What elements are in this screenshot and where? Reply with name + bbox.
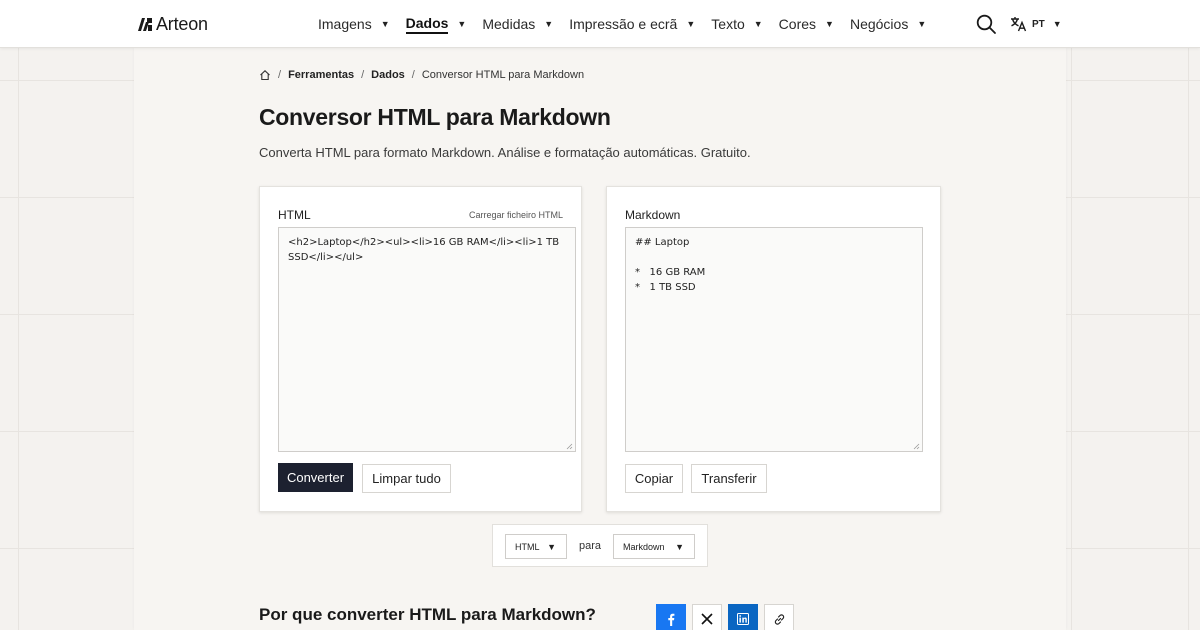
share-x-button[interactable] (692, 604, 722, 630)
main-nav: Imagens ▼ Dados ▼ Medidas ▼ Impressão e … (318, 0, 942, 48)
nav-item-dados[interactable]: Dados ▼ (405, 0, 467, 48)
nav-item-medidas[interactable]: Medidas ▼ (482, 0, 553, 48)
caret-down-icon: ▼ (544, 19, 554, 29)
breadcrumb-item-dados[interactable]: Dados (371, 69, 405, 81)
caret-down-icon: ▼ (380, 19, 390, 29)
nav-item-label: Imagens (318, 16, 372, 32)
from-format-value: HTML (515, 541, 540, 552)
breadcrumb-separator: / (361, 69, 365, 81)
caret-down-icon: ▼ (1052, 19, 1062, 29)
language-label: PT (1032, 18, 1045, 30)
nav-item-imagens[interactable]: Imagens ▼ (318, 0, 390, 48)
download-button[interactable]: Transferir (691, 464, 767, 493)
copy-button[interactable]: Copiar (625, 464, 683, 493)
caret-down-icon: ▼ (547, 541, 556, 552)
html-input-card: HTML Carregar ficheiro HTML <h2>Laptop</… (259, 186, 582, 512)
to-format-select[interactable]: Markdown ▼ (613, 534, 695, 559)
translate-icon (1011, 17, 1027, 32)
caret-down-icon: ▼ (825, 19, 834, 29)
resize-handle-icon[interactable] (913, 443, 920, 450)
caret-down-icon: ▼ (675, 541, 684, 552)
nav-item-negocios[interactable]: Negócios ▼ (850, 0, 926, 48)
nav-item-label: Cores (778, 16, 817, 32)
markdown-output-label: Markdown (625, 208, 681, 222)
home-icon[interactable] (259, 69, 271, 81)
nav-item-label: Negócios (849, 16, 909, 32)
format-selector-bar: HTML ▼ para Markdown ▼ (492, 524, 708, 567)
markdown-output-textarea[interactable]: ## Laptop * 16 GB RAM * 1 TB SSD (625, 227, 923, 452)
caret-down-icon: ▼ (686, 19, 696, 29)
link-icon (774, 613, 784, 625)
convert-button[interactable]: Converter (278, 463, 353, 492)
breadcrumb: / Ferramentas / Dados / Conversor HTML p… (259, 69, 584, 81)
to-format-value: Markdown (623, 541, 665, 552)
resize-handle-icon[interactable] (566, 443, 573, 450)
share-linkedin-button[interactable] (728, 604, 758, 630)
html-input-label: HTML (278, 208, 311, 222)
markdown-output-card: Markdown ## Laptop * 16 GB RAM * 1 TB SS… (606, 186, 941, 512)
upload-html-file-link[interactable]: Carregar ficheiro HTML (469, 210, 563, 220)
brand-logo[interactable]: Arteon (137, 13, 208, 35)
nav-item-texto[interactable]: Texto ▼ (711, 0, 762, 48)
search-icon[interactable] (975, 13, 997, 35)
caret-down-icon: ▼ (457, 19, 467, 29)
page-subtitle: Converta HTML para formato Markdown. Aná… (259, 145, 751, 160)
x-icon (701, 613, 713, 625)
caret-down-icon: ▼ (917, 19, 927, 29)
nav-item-label: Dados (405, 15, 449, 34)
from-format-select[interactable]: HTML ▼ (505, 534, 567, 559)
arteon-logo-icon (138, 18, 152, 31)
nav-item-impressao-e-ecra[interactable]: Impressão e ecrã ▼ (569, 0, 695, 48)
breadcrumb-separator: / (411, 69, 415, 81)
main-content: / Ferramentas / Dados / Conversor HTML p… (134, 48, 1066, 630)
nav-item-label: Medidas (482, 16, 536, 32)
breadcrumb-separator: / (278, 69, 282, 81)
share-facebook-button[interactable] (656, 604, 686, 630)
brand-name: Arteon (156, 13, 208, 34)
language-selector[interactable]: PT ▼ (1010, 14, 1062, 34)
copy-link-button[interactable] (764, 604, 794, 630)
nav-item-label: Impressão e ecrã (569, 16, 678, 32)
breadcrumb-current: Conversor HTML para Markdown (421, 69, 585, 81)
caret-down-icon: ▼ (753, 19, 763, 29)
section-heading: Por que converter HTML para Markdown? (259, 605, 596, 624)
nav-item-label: Texto (711, 16, 745, 32)
breadcrumb-item-ferramentas[interactable]: Ferramentas (288, 69, 354, 81)
top-navigation: Arteon Imagens ▼ Dados ▼ Medidas ▼ Impre… (0, 0, 1200, 48)
html-input-textarea[interactable]: <h2>Laptop</h2><ul><li>16 GB RAM</li><li… (278, 227, 576, 452)
nav-item-cores[interactable]: Cores ▼ (779, 0, 834, 48)
clear-all-button[interactable]: Limpar tudo (362, 464, 451, 493)
format-connector-label: para (579, 540, 602, 552)
linkedin-icon (737, 613, 749, 625)
page-title: Conversor HTML para Markdown (259, 104, 611, 130)
facebook-icon (668, 613, 675, 626)
